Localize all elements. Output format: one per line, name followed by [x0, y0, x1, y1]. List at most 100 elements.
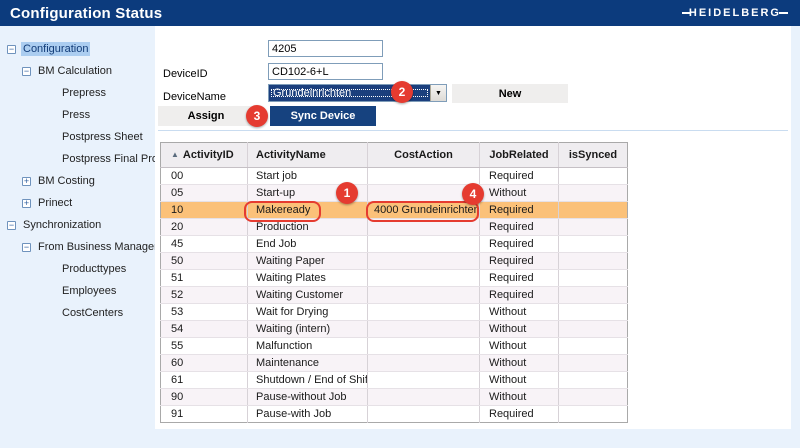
cell-synced	[559, 287, 628, 304]
assign-button[interactable]: Assign	[158, 106, 254, 126]
cell-synced	[559, 168, 628, 185]
device-name-label: DeviceName	[163, 91, 226, 103]
device-id-label: DeviceID	[163, 68, 208, 80]
activities-table: ▲ActivityID ActivityName CostAction JobR…	[160, 142, 628, 423]
sidebar-item-synchronization[interactable]: −Synchronization	[0, 214, 155, 236]
sidebar-item-postpress-sheet[interactable]: Postpress Sheet	[0, 126, 155, 148]
sidebar-item-label: Prepress	[60, 86, 108, 100]
cell-name: Pause-with Job	[248, 406, 368, 423]
column-header-activity-name[interactable]: ActivityName	[248, 143, 368, 168]
cell-id: 60	[161, 355, 248, 372]
cost-actions-select[interactable]: Grundeinrichten ▼	[268, 84, 447, 102]
cell-id: 00	[161, 168, 248, 185]
cell-synced	[559, 185, 628, 202]
sidebar-item-label: From Business Manager	[36, 240, 160, 254]
cell-id: 10	[161, 202, 248, 219]
cell-job: Required	[480, 270, 559, 287]
sidebar-item-from-business-manager[interactable]: −From Business Manager	[0, 236, 155, 258]
cell-job: Without	[480, 304, 559, 321]
table-row-activity-52[interactable]: 52Waiting Customer Required	[161, 287, 628, 304]
cell-job: Required	[480, 406, 559, 423]
cell-name: Waiting Paper	[248, 253, 368, 270]
cell-job: Required	[480, 287, 559, 304]
sidebar-item-label: Synchronization	[21, 218, 103, 232]
column-header-cost-action[interactable]: CostAction	[368, 143, 480, 168]
section-divider	[158, 130, 788, 131]
sidebar-item-postpress-final-product[interactable]: Postpress Final Product	[0, 148, 155, 170]
sidebar-item-label: Press	[60, 108, 92, 122]
cell-name: Pause-without Job	[248, 389, 368, 406]
cell-cost	[368, 236, 480, 253]
cell-id: 53	[161, 304, 248, 321]
table-row-activity-61[interactable]: 61Shutdown / End of ShiftWithout	[161, 372, 628, 389]
cell-cost	[368, 270, 480, 287]
logo-text: HEIDELBERG	[689, 7, 781, 19]
cell-synced	[559, 406, 628, 423]
expand-icon[interactable]: +	[22, 177, 31, 186]
sidebar-item-costcenters[interactable]: CostCenters	[0, 302, 155, 324]
cell-id: 91	[161, 406, 248, 423]
callout-badge-3: 3	[246, 105, 268, 127]
sidebar-item-label: BM Calculation	[36, 64, 114, 78]
cell-cost	[368, 253, 480, 270]
table-row-activity-05[interactable]: 05Start-upWithout	[161, 185, 628, 202]
cell-cost	[368, 304, 480, 321]
table-row-activity-54[interactable]: 54Waiting (intern)Without	[161, 321, 628, 338]
sidebar-item-press[interactable]: Press	[0, 104, 155, 126]
table-header-row: ▲ActivityID ActivityName CostAction JobR…	[161, 143, 628, 168]
sidebar-item-label: Employees	[60, 284, 118, 298]
sidebar-item-producttypes[interactable]: Producttypes	[0, 258, 155, 280]
cell-cost	[368, 406, 480, 423]
cell-job: Without	[480, 355, 559, 372]
table-row-activity-90[interactable]: 90Pause-without JobWithout	[161, 389, 628, 406]
callout-badge-1: 1	[336, 182, 358, 204]
cell-name: Wait for Drying	[248, 304, 368, 321]
sort-ascending-icon: ▲	[171, 150, 179, 159]
sidebar-item-prepress[interactable]: Prepress	[0, 82, 155, 104]
sidebar-item-prinect[interactable]: + Prinect	[0, 192, 155, 214]
device-name-input[interactable]	[268, 63, 383, 80]
cell-job: Without	[480, 389, 559, 406]
collapse-icon[interactable]: −	[7, 45, 16, 54]
cell-cost	[368, 287, 480, 304]
collapse-icon[interactable]: −	[22, 67, 31, 76]
cell-cost	[368, 389, 480, 406]
table-row-activity-51[interactable]: 51Waiting PlatesRequired	[161, 270, 628, 287]
collapse-icon[interactable]: −	[22, 243, 31, 252]
sidebar-item-label: Configuration	[21, 42, 90, 56]
sidebar-item-label: Prinect	[36, 196, 74, 210]
cell-id: 52	[161, 287, 248, 304]
chevron-down-icon[interactable]: ▼	[430, 85, 446, 101]
sidebar-item-bm-costing[interactable]: +BM Costing	[0, 170, 155, 192]
heidelberg-logo: HEIDELBERG	[682, 7, 788, 19]
new-button[interactable]: New	[452, 84, 568, 103]
column-header-job-related[interactable]: JobRelated	[480, 143, 559, 168]
table-row-activity-50[interactable]: 50Waiting Paper Required	[161, 253, 628, 270]
sync-device-button[interactable]: Sync Device	[270, 106, 376, 126]
table-row-activity-55[interactable]: 55MalfunctionWithout	[161, 338, 628, 355]
sidebar-item-configuration[interactable]: −Configuration	[0, 38, 155, 60]
cell-id: 61	[161, 372, 248, 389]
column-header-activity-id[interactable]: ▲ActivityID	[161, 143, 248, 168]
device-id-input[interactable]	[268, 40, 383, 57]
cell-cost	[368, 355, 480, 372]
cell-synced	[559, 253, 628, 270]
sidebar-item-employees[interactable]: Employees	[0, 280, 155, 302]
table-row-activity-45[interactable]: 45End JobRequired	[161, 236, 628, 253]
cell-job: Required	[480, 253, 559, 270]
cell-cost	[368, 168, 480, 185]
table-row-activity-00[interactable]: 00Start jobRequired	[161, 168, 628, 185]
sidebar-item-bm-calculation[interactable]: −BM Calculation	[0, 60, 155, 82]
expand-icon[interactable]: +	[22, 199, 31, 208]
table-row-activity-91[interactable]: 91Pause-with Job Required	[161, 406, 628, 423]
cell-id: 50	[161, 253, 248, 270]
table-row-activity-60[interactable]: 60MaintenanceWithout	[161, 355, 628, 372]
cell-name: Shutdown / End of Shift	[248, 372, 368, 389]
collapse-icon[interactable]: −	[7, 221, 16, 230]
cell-synced	[559, 219, 628, 236]
cell-name: Waiting Customer	[248, 287, 368, 304]
cell-synced	[559, 389, 628, 406]
table-row-activity-53[interactable]: 53Wait for Drying Without	[161, 304, 628, 321]
cell-synced	[559, 355, 628, 372]
column-header-is-synced[interactable]: isSynced	[559, 143, 628, 168]
